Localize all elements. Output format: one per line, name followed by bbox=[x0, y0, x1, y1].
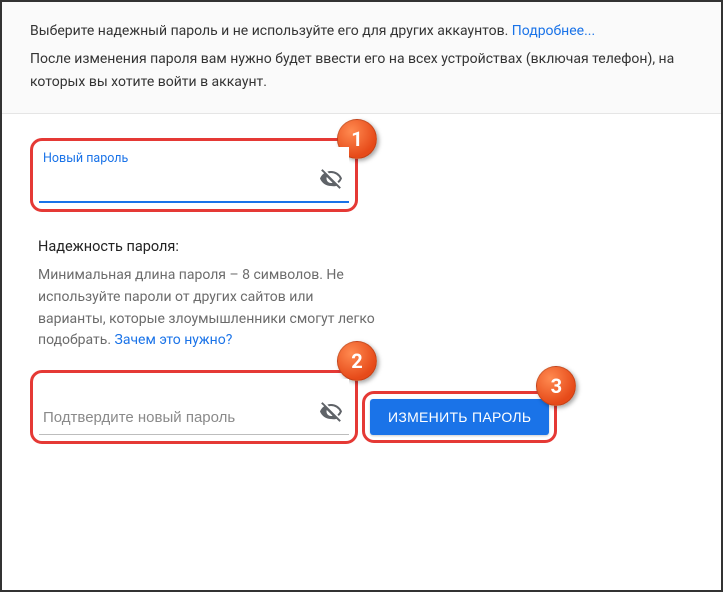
highlight-new-password: 1 Новый пароль bbox=[30, 138, 358, 212]
intro-line-2: После изменения пароля вам нужно будет в… bbox=[30, 48, 693, 93]
step-badge-3: 3 bbox=[536, 366, 576, 406]
change-password-button[interactable]: ИЗМЕНИТЬ ПАРОЛЬ bbox=[370, 399, 549, 435]
learn-more-link[interactable]: Подробнее... bbox=[512, 23, 595, 39]
new-password-field[interactable]: Новый пароль bbox=[39, 147, 349, 203]
intro-section: Выберите надежный пароль и не используйт… bbox=[2, 2, 721, 114]
strength-text: Минимальная длина пароля – 8 символов. Н… bbox=[38, 265, 378, 352]
visibility-off-icon[interactable] bbox=[319, 167, 343, 191]
highlight-submit: 3 ИЗМЕНИТЬ ПАРОЛЬ bbox=[362, 391, 557, 443]
intro-line-1: Выберите надежный пароль и не используйт… bbox=[30, 20, 693, 42]
password-form: 1 Новый пароль Надежность пароля: Минима… bbox=[2, 114, 721, 496]
confirm-password-input[interactable] bbox=[43, 409, 309, 428]
intro-text-1: Выберите надежный пароль и не используйт… bbox=[30, 23, 512, 39]
new-password-label: Новый пароль bbox=[43, 151, 128, 166]
confirm-password-field[interactable] bbox=[39, 379, 349, 435]
new-password-input[interactable] bbox=[43, 176, 309, 195]
visibility-off-icon[interactable] bbox=[319, 400, 343, 424]
highlight-confirm-password: 2 bbox=[30, 370, 358, 444]
password-strength-info: Надежность пароля: Минимальная длина пар… bbox=[38, 238, 378, 352]
strength-title: Надежность пароля: bbox=[38, 238, 378, 255]
why-link[interactable]: Зачем это нужно? bbox=[115, 332, 233, 348]
step-badge-2: 2 bbox=[337, 341, 377, 381]
